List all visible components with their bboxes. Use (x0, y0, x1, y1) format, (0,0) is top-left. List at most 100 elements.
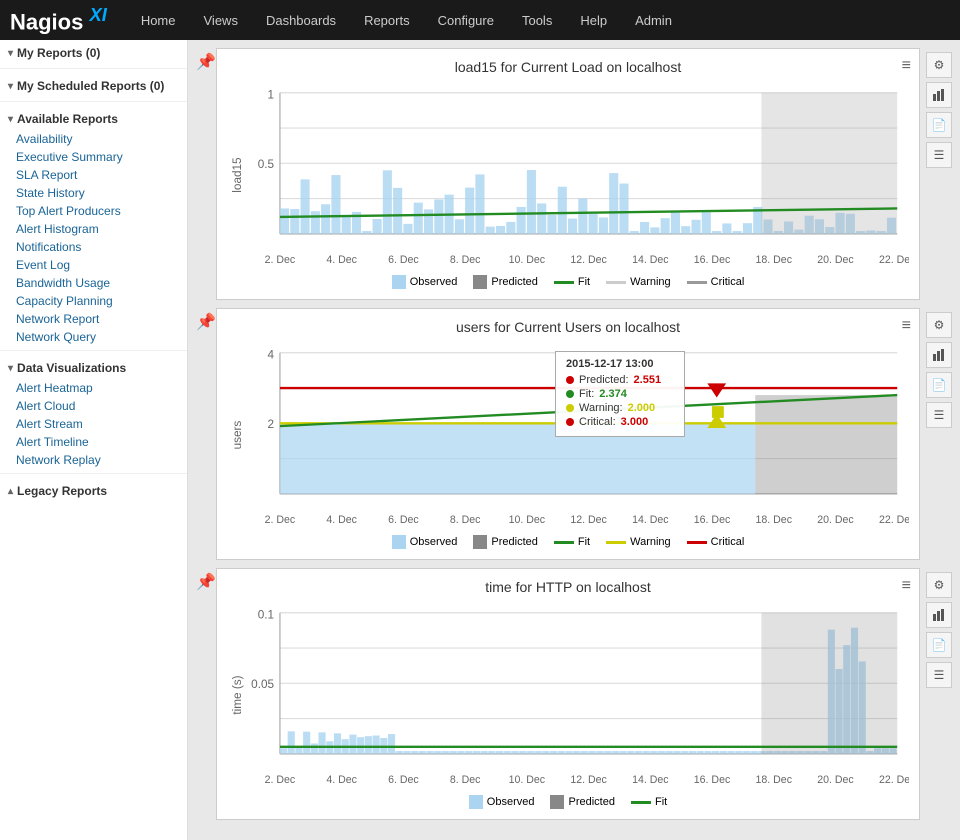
svg-text:14. Dec: 14. Dec (632, 514, 669, 526)
chart-menu-btn-2[interactable]: ≡ (902, 577, 911, 595)
legend-item: Observed (392, 535, 458, 549)
chart-menu-btn-1[interactable]: ≡ (902, 317, 911, 335)
svg-text:18. Dec: 18. Dec (756, 774, 793, 786)
svg-text:load15: load15 (231, 157, 244, 193)
doc-icon-2[interactable]: 📄 (926, 632, 952, 658)
nav-link-configure[interactable]: Configure (424, 0, 508, 40)
sidebar-item-alert-histogram[interactable]: Alert Histogram (0, 220, 187, 238)
svg-text:20. Dec: 20. Dec (817, 254, 854, 266)
legend-line (554, 281, 574, 284)
list-icon-1[interactable]: ☰ (926, 402, 952, 428)
nav-link-views[interactable]: Views (190, 0, 252, 40)
legacy-reports-header[interactable]: ▴ Legacy Reports (0, 478, 187, 502)
sidebar-item-bandwidth-usage[interactable]: Bandwidth Usage (0, 274, 187, 292)
nav-link-admin[interactable]: Admin (621, 0, 686, 40)
sidebar-item-network-replay[interactable]: Network Replay (0, 451, 187, 469)
nav-link-reports[interactable]: Reports (350, 0, 424, 40)
gear-icon-2[interactable]: ⚙ (926, 572, 952, 598)
sidebar-item-alert-heatmap[interactable]: Alert Heatmap (0, 379, 187, 397)
sidebar-item-network-report[interactable]: Network Report (0, 310, 187, 328)
nav-link-home[interactable]: Home (127, 0, 190, 40)
chart-bar-icon-0[interactable] (926, 82, 952, 108)
legend-item: Fit (631, 795, 667, 809)
sidebar-item-alert-cloud[interactable]: Alert Cloud (0, 397, 187, 415)
legend-item: Fit (554, 275, 590, 289)
legend-label: Fit (655, 796, 667, 808)
sidebar-item-event-log[interactable]: Event Log (0, 256, 187, 274)
legend-label: Warning (630, 536, 671, 548)
sidebar-item-top-alert-producers[interactable]: Top Alert Producers (0, 202, 187, 220)
svg-text:22. Dec: 22. Dec (879, 514, 909, 526)
chart-menu-btn-0[interactable]: ≡ (902, 57, 911, 75)
legend-item: Warning (606, 275, 671, 289)
svg-text:10. Dec: 10. Dec (509, 514, 546, 526)
sidebar-item-state-history[interactable]: State History (0, 184, 187, 202)
legend-line (687, 541, 707, 544)
available-reports-label: Available Reports (17, 112, 118, 126)
pin-icon-2[interactable]: 📌 (196, 572, 216, 592)
svg-text:20. Dec: 20. Dec (817, 514, 854, 526)
legend-label: Fit (578, 536, 590, 548)
svg-text:4. Dec: 4. Dec (326, 774, 357, 786)
chart-row-0: 📌load15 for Current Load on localhost≡10… (188, 48, 960, 300)
my-scheduled-reports-header[interactable]: ▾ My Scheduled Reports (0) (0, 73, 187, 97)
svg-text:users: users (231, 421, 244, 450)
data-viz-label: Data Visualizations (17, 361, 126, 375)
logo: Nagios XI (10, 4, 107, 35)
legend-line (606, 541, 626, 544)
gear-icon-1[interactable]: ⚙ (926, 312, 952, 338)
chart-wrapper-2: time for HTTP on localhost≡0.10.05time (… (216, 568, 920, 820)
chart-title-0: load15 for Current Load on localhost (227, 59, 909, 75)
chart-row-2: 📌time for HTTP on localhost≡0.10.05time … (188, 568, 960, 820)
legend-item: Predicted (550, 795, 614, 809)
chart-bar-icon-2[interactable] (926, 602, 952, 628)
logo-xi: XI (89, 4, 106, 25)
gear-icon-0[interactable]: ⚙ (926, 52, 952, 78)
svg-text:2. Dec: 2. Dec (265, 514, 296, 526)
doc-icon-0[interactable]: 📄 (926, 112, 952, 138)
legend-swatch (473, 535, 487, 549)
sidebar-item-alert-timeline[interactable]: Alert Timeline (0, 433, 187, 451)
nav-link-help[interactable]: Help (566, 0, 621, 40)
legend-line (631, 801, 651, 804)
legend-line (606, 281, 626, 284)
svg-text:22. Dec: 22. Dec (879, 774, 909, 786)
sidebar-item-executive-summary[interactable]: Executive Summary (0, 148, 187, 166)
nav-link-dashboards[interactable]: Dashboards (252, 0, 350, 40)
chart-wrapper-0: load15 for Current Load on localhost≡10.… (216, 48, 920, 300)
legend-label: Predicted (491, 536, 537, 548)
list-icon-2[interactable]: ☰ (926, 662, 952, 688)
chart-bar-icon-1[interactable] (926, 342, 952, 368)
svg-text:time (s): time (s) (231, 676, 244, 715)
nav-link-tools[interactable]: Tools (508, 0, 566, 40)
legacy-reports-label: Legacy Reports (17, 484, 107, 498)
doc-icon-1[interactable]: 📄 (926, 372, 952, 398)
svg-text:16. Dec: 16. Dec (694, 514, 731, 526)
pin-icon-1[interactable]: 📌 (196, 312, 216, 332)
nav-links: HomeViewsDashboardsReportsConfigureTools… (127, 0, 686, 40)
legend-label: Observed (487, 796, 535, 808)
svg-text:1: 1 (268, 89, 275, 102)
available-reports-header[interactable]: ▾ Available Reports (0, 106, 187, 130)
sidebar-item-availability[interactable]: Availability (0, 130, 187, 148)
sidebar-item-alert-stream[interactable]: Alert Stream (0, 415, 187, 433)
sidebar-item-notifications[interactable]: Notifications (0, 238, 187, 256)
my-reports-header[interactable]: ▾ My Reports (0) (0, 40, 187, 64)
list-icon-0[interactable]: ☰ (926, 142, 952, 168)
legend-line (687, 281, 707, 284)
svg-text:22. Dec: 22. Dec (879, 254, 909, 266)
sidebar-item-capacity-planning[interactable]: Capacity Planning (0, 292, 187, 310)
chart-wrapper-1: users for Current Users on localhost≡42u… (216, 308, 920, 560)
svg-text:2. Dec: 2. Dec (265, 254, 296, 266)
chart-icon-group-1: ⚙ 📄 ☰ (926, 308, 952, 428)
svg-text:2. Dec: 2. Dec (265, 774, 296, 786)
chart-title-2: time for HTTP on localhost (227, 579, 909, 595)
svg-text:16. Dec: 16. Dec (694, 774, 731, 786)
data-viz-header[interactable]: ▾ Data Visualizations (0, 355, 187, 379)
pin-icon-0[interactable]: 📌 (196, 52, 216, 72)
svg-text:6. Dec: 6. Dec (388, 774, 419, 786)
sidebar-item-network-query[interactable]: Network Query (0, 328, 187, 346)
chart-legend-1: ObservedPredictedFitWarningCritical (227, 535, 909, 549)
sidebar-item-sla-report[interactable]: SLA Report (0, 166, 187, 184)
svg-text:6. Dec: 6. Dec (388, 514, 419, 526)
